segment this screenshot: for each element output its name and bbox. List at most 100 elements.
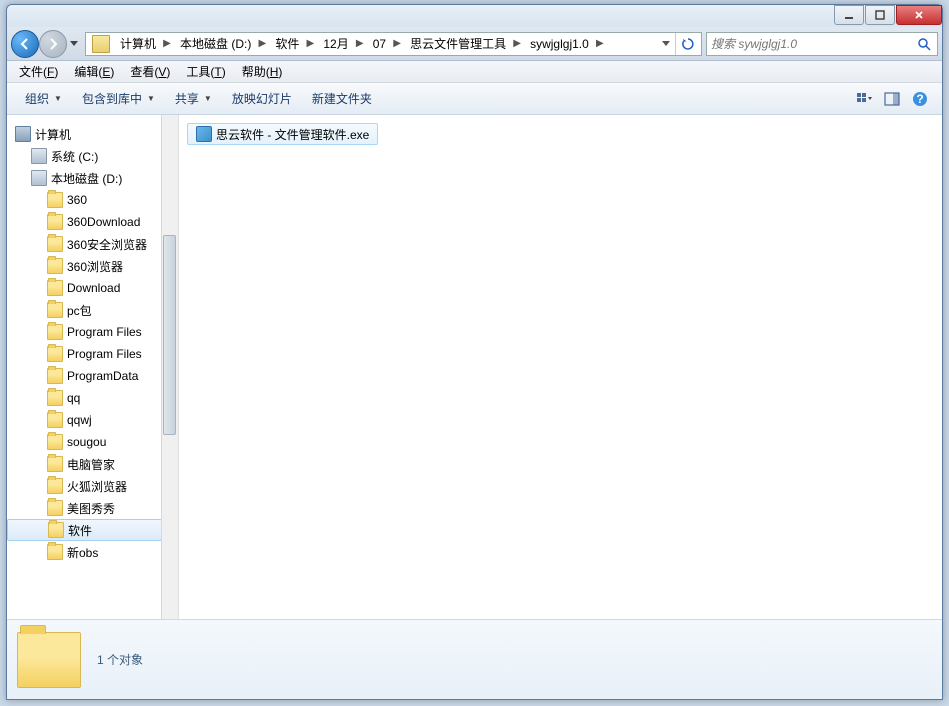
breadcrumb-segment[interactable]: 计算机 bbox=[114, 33, 160, 55]
refresh-button[interactable] bbox=[675, 33, 699, 55]
folder-icon bbox=[92, 35, 110, 53]
file-list[interactable]: 思云软件 - 文件管理软件.exe bbox=[179, 115, 942, 619]
tree-item[interactable]: 软件 bbox=[7, 519, 162, 541]
tree-item[interactable]: Program Files bbox=[7, 343, 162, 365]
tree-item[interactable]: 本地磁盘 (D:) bbox=[7, 167, 162, 189]
nav-tree: 计算机系统 (C:) 本地磁盘 (D:) 360 360Download 360安全浏览… bbox=[7, 115, 179, 619]
tree-item-label: pc包 bbox=[67, 302, 92, 319]
tree-item-label: 360安全浏览器 bbox=[67, 236, 147, 253]
forward-button[interactable] bbox=[39, 30, 67, 58]
folder-icon bbox=[17, 632, 81, 688]
chevron-right-icon[interactable]: ▶ bbox=[255, 33, 269, 55]
include-in-library-button[interactable]: 包含到库中▼ bbox=[72, 86, 165, 111]
scrollbar[interactable] bbox=[161, 115, 178, 619]
menu-t[interactable]: 工具(T) bbox=[178, 61, 233, 82]
tree-item-label: Program Files bbox=[67, 347, 142, 361]
tree-item[interactable]: Download bbox=[7, 277, 162, 299]
tree-item-label: 火狐浏览器 bbox=[67, 478, 127, 495]
chevron-right-icon[interactable]: ▶ bbox=[303, 33, 317, 55]
tree-item-label: qq bbox=[67, 391, 80, 405]
menu-v[interactable]: 查看(V) bbox=[122, 61, 178, 82]
body: 计算机系统 (C:) 本地磁盘 (D:) 360 360Download 360安全浏览… bbox=[7, 115, 942, 619]
preview-pane-button[interactable] bbox=[880, 87, 904, 111]
breadcrumb-segment[interactable]: 思云文件管理工具 bbox=[404, 33, 510, 55]
tree-item[interactable]: 美图秀秀 bbox=[7, 497, 162, 519]
tree-item[interactable]: 新obs bbox=[7, 541, 162, 563]
drive-icon bbox=[31, 170, 47, 186]
chevron-right-icon[interactable]: ▶ bbox=[593, 33, 607, 55]
chevron-right-icon[interactable]: ▶ bbox=[390, 33, 404, 55]
menu-e[interactable]: 编辑(E) bbox=[66, 61, 122, 82]
breadcrumb-segment[interactable]: 07 bbox=[367, 33, 390, 55]
tree-item-label: qqwj bbox=[67, 413, 92, 427]
tree-item[interactable]: Program Files bbox=[7, 321, 162, 343]
folder-icon bbox=[47, 412, 63, 428]
folder-icon bbox=[47, 214, 63, 230]
tree-item[interactable]: 360Download bbox=[7, 211, 162, 233]
tree-item[interactable]: 系统 (C:) bbox=[7, 145, 162, 167]
tree-item[interactable]: 360安全浏览器 bbox=[7, 233, 162, 255]
new-folder-button[interactable]: 新建文件夹 bbox=[302, 86, 382, 111]
nav-row: 计算机▶本地磁盘 (D:)▶软件▶12月▶07▶思云文件管理工具▶sywjglg… bbox=[7, 27, 942, 61]
tree-item[interactable]: 360 bbox=[7, 189, 162, 211]
nav-history-dropdown[interactable] bbox=[67, 34, 81, 54]
tree-item-label: 本地磁盘 (D:) bbox=[51, 170, 122, 187]
share-button[interactable]: 共享▼ bbox=[165, 86, 222, 111]
drive-icon bbox=[31, 148, 47, 164]
tree-item[interactable]: 电脑管家 bbox=[7, 453, 162, 475]
tree-item[interactable]: sougou bbox=[7, 431, 162, 453]
chevron-right-icon[interactable]: ▶ bbox=[353, 33, 367, 55]
tree-item-label: 360 bbox=[67, 193, 87, 207]
tree-item[interactable]: 360浏览器 bbox=[7, 255, 162, 277]
folder-icon bbox=[47, 258, 63, 274]
object-count-label: 1 个对象 bbox=[97, 651, 143, 668]
exe-icon bbox=[196, 126, 212, 142]
tree-item[interactable]: ProgramData bbox=[7, 365, 162, 387]
search-icon[interactable] bbox=[915, 35, 933, 53]
scrollbar-thumb[interactable] bbox=[163, 235, 176, 435]
folder-icon bbox=[48, 522, 64, 538]
folder-icon bbox=[47, 236, 63, 252]
maximize-button[interactable] bbox=[865, 5, 895, 25]
tree-item-label: ProgramData bbox=[67, 369, 138, 383]
search-input[interactable] bbox=[711, 37, 915, 51]
tree-item-label: 计算机 bbox=[35, 126, 71, 143]
slideshow-button[interactable]: 放映幻灯片 bbox=[222, 86, 302, 111]
tree-item-label: Download bbox=[67, 281, 120, 295]
address-bar[interactable]: 计算机▶本地磁盘 (D:)▶软件▶12月▶07▶思云文件管理工具▶sywjglg… bbox=[85, 32, 702, 56]
tree-item[interactable]: 火狐浏览器 bbox=[7, 475, 162, 497]
tree-item-label: 电脑管家 bbox=[67, 456, 115, 473]
minimize-button[interactable] bbox=[834, 5, 864, 25]
folder-icon bbox=[47, 478, 63, 494]
folder-icon bbox=[47, 390, 63, 406]
chevron-right-icon[interactable]: ▶ bbox=[510, 33, 524, 55]
address-dropdown[interactable] bbox=[657, 33, 675, 55]
close-button[interactable] bbox=[896, 5, 942, 25]
folder-icon bbox=[47, 346, 63, 362]
tree-item[interactable]: qq bbox=[7, 387, 162, 409]
help-button[interactable]: ? bbox=[908, 87, 932, 111]
tree-item[interactable]: pc包 bbox=[7, 299, 162, 321]
tree-item[interactable]: qqwj bbox=[7, 409, 162, 431]
breadcrumb-segment[interactable]: sywjglgj1.0 bbox=[524, 33, 593, 55]
folder-icon bbox=[47, 544, 63, 560]
back-button[interactable] bbox=[11, 30, 39, 58]
toolbar: 组织▼ 包含到库中▼ 共享▼ 放映幻灯片 新建文件夹 ? bbox=[7, 83, 942, 115]
breadcrumb-segment[interactable]: 12月 bbox=[317, 33, 352, 55]
chevron-right-icon[interactable]: ▶ bbox=[160, 33, 174, 55]
tree-item-label: 系统 (C:) bbox=[51, 148, 98, 165]
view-options-button[interactable] bbox=[852, 87, 876, 111]
search-box[interactable] bbox=[706, 32, 938, 56]
folder-icon bbox=[47, 368, 63, 384]
breadcrumb-segment[interactable]: 软件 bbox=[269, 33, 303, 55]
folder-icon bbox=[47, 192, 63, 208]
file-item[interactable]: 思云软件 - 文件管理软件.exe bbox=[187, 123, 378, 145]
menubar: 文件(F)编辑(E)查看(V)工具(T)帮助(H) bbox=[7, 61, 942, 83]
svg-text:?: ? bbox=[916, 92, 923, 106]
tree-item-label: 新obs bbox=[67, 544, 98, 561]
tree-item[interactable]: 计算机 bbox=[7, 123, 162, 145]
menu-f[interactable]: 文件(F) bbox=[11, 61, 66, 82]
menu-h[interactable]: 帮助(H) bbox=[234, 61, 291, 82]
organize-button[interactable]: 组织▼ bbox=[15, 86, 72, 111]
breadcrumb-segment[interactable]: 本地磁盘 (D:) bbox=[174, 33, 255, 55]
